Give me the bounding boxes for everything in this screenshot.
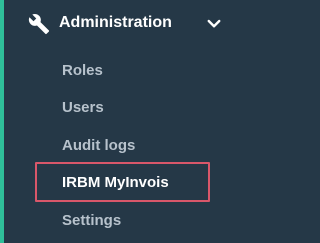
sidebar-item-label: Roles <box>62 62 103 79</box>
section-title: Administration <box>59 14 172 31</box>
chevron-down-icon[interactable] <box>205 15 223 33</box>
wrench-icon <box>28 14 50 35</box>
sidebar-item-label: Settings <box>62 212 122 229</box>
administration-section-header[interactable]: Administration <box>0 0 245 48</box>
sidebar-item-audit-logs[interactable]: Audit logs <box>32 128 214 164</box>
sidebar-item-users[interactable]: Users <box>32 90 214 126</box>
sidebar: Administration Roles Users Audit logs IR… <box>0 0 245 243</box>
sidebar-item-label: Audit logs <box>62 137 136 154</box>
sidebar-item-irbm-myinvois[interactable]: IRBM MyInvois <box>32 165 214 201</box>
sidebar-item-label: IRBM MyInvois <box>62 174 169 191</box>
sidebar-item-settings[interactable]: Settings <box>32 203 214 239</box>
sidebar-item-label: Users <box>62 99 104 116</box>
sidebar-item-roles[interactable]: Roles <box>32 53 214 89</box>
